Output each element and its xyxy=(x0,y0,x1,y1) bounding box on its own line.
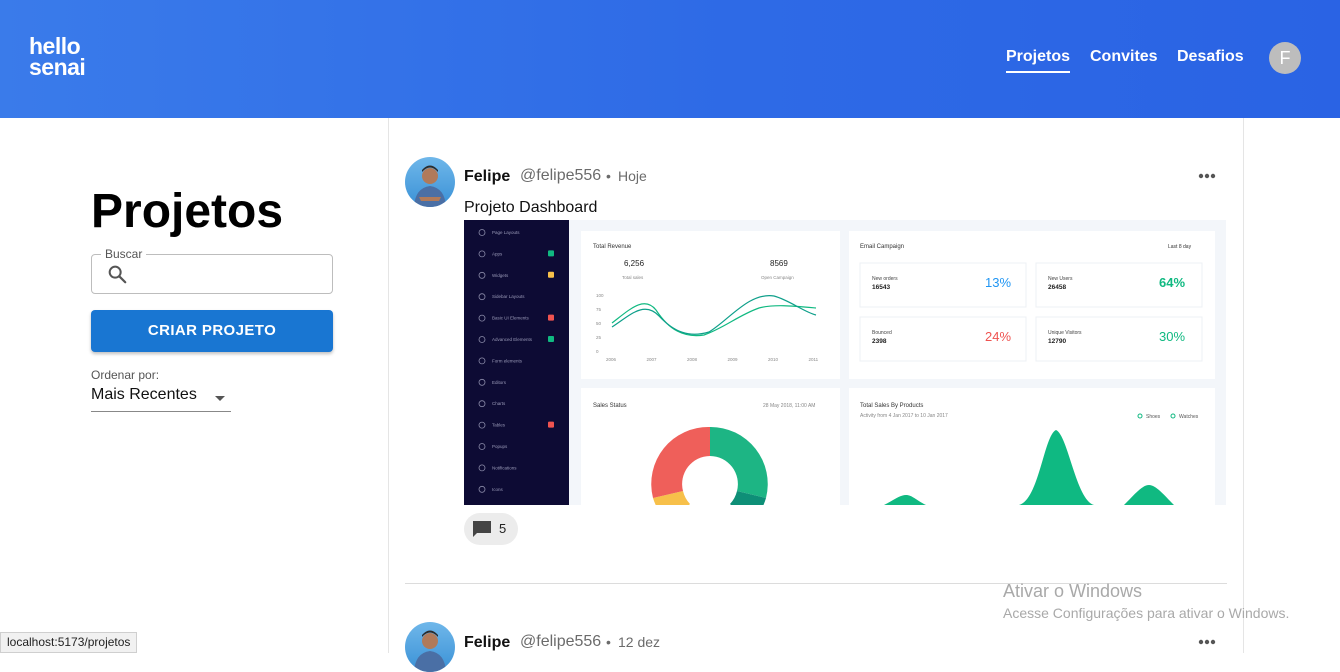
email-stat-new-users: New Users 26458 64% xyxy=(1035,262,1203,308)
stat-value: 16543 xyxy=(872,284,890,291)
person-photo-icon xyxy=(414,165,446,207)
dash-menu-item: Basic UI Elements xyxy=(492,316,530,321)
stat-percent: 13% xyxy=(985,275,1011,290)
dash-menu-item: Editors xyxy=(492,380,507,385)
revenue-x-tick: 2008 xyxy=(687,357,698,362)
dash-menu-item: Page Layouts xyxy=(492,230,520,235)
stat-percent: 30% xyxy=(1159,329,1185,344)
email-stat-bounced: Bounced 2398 24% xyxy=(859,316,1027,362)
stat-percent: 64% xyxy=(1159,275,1185,290)
revenue-card xyxy=(581,231,840,379)
revenue-campaign-value: 8569 xyxy=(770,259,788,268)
dash-menu-badge xyxy=(548,250,554,257)
dash-menu-badge xyxy=(548,336,554,342)
post-date: 12 dez xyxy=(618,634,661,650)
dash-menu-item: Tables xyxy=(492,423,506,428)
stat-value: 26458 xyxy=(1048,284,1066,291)
person-photo-icon xyxy=(414,630,446,672)
stat-percent: 24% xyxy=(985,329,1011,344)
revenue-y-tick: 50 xyxy=(596,321,602,326)
comment-icon xyxy=(473,521,491,537)
dash-menu-item: Advanced Elements xyxy=(492,337,533,342)
sales-status-title: Sales Status xyxy=(593,403,627,409)
nav-projetos[interactable]: Projetos xyxy=(1006,48,1071,73)
stat-value: 2398 xyxy=(872,338,887,345)
revenue-y-tick: 25 xyxy=(596,335,602,340)
revenue-y-tick: 100 xyxy=(596,293,604,298)
dash-menu-item: Popups xyxy=(492,444,508,449)
dashboard-preview: Page Layouts Apps Widgets Sidebar Layouts Ba… xyxy=(464,220,1215,505)
dash-menu-item: Apps xyxy=(492,251,503,256)
revenue-sales-value: 6,256 xyxy=(624,259,645,268)
comments-button[interactable]: 5 xyxy=(464,513,518,545)
revenue-x-tick: 2007 xyxy=(647,357,658,362)
windows-watermark-title: Ativar o Windows xyxy=(1003,581,1143,601)
user-avatar[interactable]: F xyxy=(1269,42,1301,74)
nav-desafios[interactable]: Desafios xyxy=(1177,48,1244,66)
order-select[interactable]: Mais Recentes xyxy=(91,386,231,412)
email-stat-unique-visitors: Unique Visitors 12790 30% xyxy=(1035,316,1203,362)
post-date: Hoje xyxy=(618,168,647,184)
more-options-icon[interactable] xyxy=(1198,639,1216,645)
create-project-button[interactable]: CRIAR PROJETO xyxy=(91,310,333,352)
products-title: Total Sales By Products xyxy=(860,403,923,409)
revenue-x-tick: 2006 xyxy=(606,357,617,362)
legend-watches: Watches xyxy=(1179,414,1199,420)
nav-convites[interactable]: Convites xyxy=(1090,48,1158,66)
dash-menu-badge xyxy=(548,314,554,321)
legend-shoes: Shoes xyxy=(1146,414,1161,420)
dash-menu-item: Widgets xyxy=(492,273,509,278)
caret-down-icon xyxy=(215,396,225,401)
browser-status-url: localhost:5173/projetos xyxy=(0,632,138,653)
dash-menu-item: Form elements xyxy=(492,358,523,363)
post-separator: • xyxy=(606,168,611,184)
sales-status-date: 28 May 2018, 11:00 AM xyxy=(763,403,815,409)
comments-count: 5 xyxy=(499,521,507,536)
dash-menu-badge xyxy=(548,421,554,428)
post-separator: • xyxy=(606,634,611,650)
page-title: Projetos xyxy=(91,185,284,238)
revenue-y-tick: 75 xyxy=(596,307,602,312)
dash-menu-item: Sidebar Layouts xyxy=(492,294,525,299)
email-stat-new-orders: New orders 16543 13% xyxy=(859,262,1027,308)
dash-menu-badge xyxy=(548,271,554,278)
revenue-x-tick: 2009 xyxy=(728,357,739,362)
post-author-name[interactable]: Felipe xyxy=(464,168,510,186)
app-header: hello senai Projetos Convites Desafios F xyxy=(0,0,1340,118)
post-author-name[interactable]: Felipe xyxy=(464,634,510,652)
more-options-icon[interactable] xyxy=(1198,173,1216,179)
post-author-handle: @felipe556 xyxy=(520,167,602,184)
revenue-x-tick: 2011 xyxy=(809,357,819,362)
revenue-title: Total Revenue xyxy=(593,244,632,250)
stat-value: 12790 xyxy=(1048,338,1066,345)
post-author-handle: @felipe556 xyxy=(520,633,602,650)
post-image[interactable]: Page Layouts Apps Widgets Sidebar Layouts Ba… xyxy=(464,220,1226,505)
dash-menu-item: Charts xyxy=(492,401,506,406)
stat-label: Unique Visitors xyxy=(1048,330,1082,336)
email-title: Email Campaign xyxy=(860,244,904,250)
stat-label: New Users xyxy=(1048,276,1073,282)
products-subtitle: Activity from 4 Jan 2017 to 10 Jan 2017 xyxy=(860,413,948,419)
post-author-avatar[interactable] xyxy=(405,622,455,672)
dash-menu-item: Notifications xyxy=(492,465,517,470)
revenue-x-tick: 2010 xyxy=(768,357,779,362)
stat-label: Bounced xyxy=(872,330,892,336)
dash-menu-item: Icons xyxy=(492,487,504,492)
order-label: Ordenar por: xyxy=(91,368,160,382)
order-select-value: Mais Recentes xyxy=(91,386,197,403)
hello-senai-logo[interactable]: hello senai xyxy=(29,35,86,80)
revenue-campaign-label: Open Campaign xyxy=(761,275,794,280)
stat-label: New orders xyxy=(872,276,898,282)
search-icon xyxy=(108,265,127,284)
post-author-avatar[interactable] xyxy=(405,157,455,207)
email-range: Last 8 day xyxy=(1168,244,1192,250)
post-description: Projeto Dashboard xyxy=(464,199,598,216)
revenue-sales-label: Total sales xyxy=(622,275,644,280)
search-label: Buscar xyxy=(101,247,147,261)
logo-line-2: senai xyxy=(29,54,86,80)
windows-watermark-text: Acesse Configurações para ativar o Windo… xyxy=(1003,605,1290,621)
